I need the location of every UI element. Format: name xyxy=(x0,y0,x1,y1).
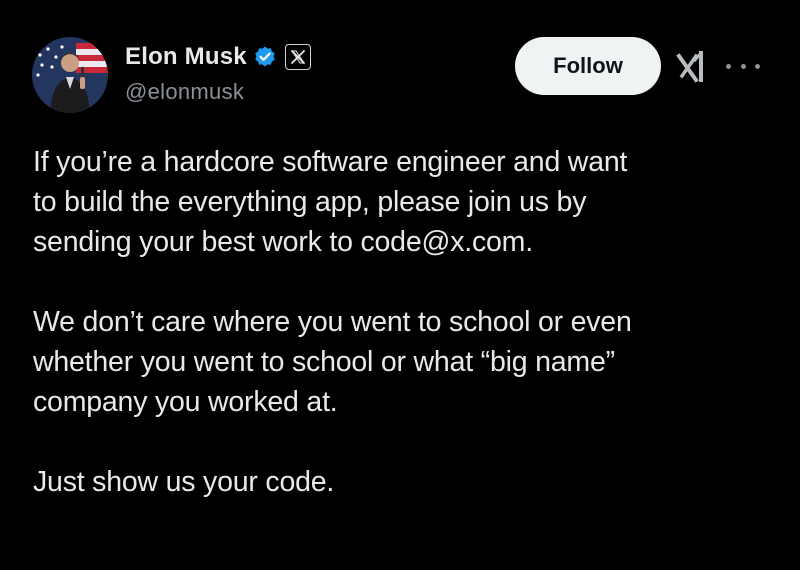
grok-icon[interactable] xyxy=(676,50,712,84)
tweet-paragraph: We don’t care where you went to school o… xyxy=(33,306,632,418)
tweet-paragraph: Just show us your code. xyxy=(33,466,335,498)
tweet-paragraph: If you’re a hardcore software engineer a… xyxy=(33,146,628,258)
x-logo-icon[interactable] xyxy=(284,44,311,70)
follow-button[interactable]: Follow xyxy=(515,37,661,95)
more-options-icon[interactable] xyxy=(726,60,760,72)
author-handle[interactable]: @elonmusk xyxy=(125,79,244,105)
tweet-card: Elon Musk @elonmusk Follow If you’re a h… xyxy=(0,0,800,570)
verified-check-icon[interactable] xyxy=(253,45,277,69)
tweet-text: If you’re a hardcore software engineer a… xyxy=(33,142,773,502)
display-name[interactable]: Elon Musk xyxy=(125,43,247,71)
avatar[interactable] xyxy=(32,37,108,113)
author-name-row: Elon Musk xyxy=(125,42,311,72)
